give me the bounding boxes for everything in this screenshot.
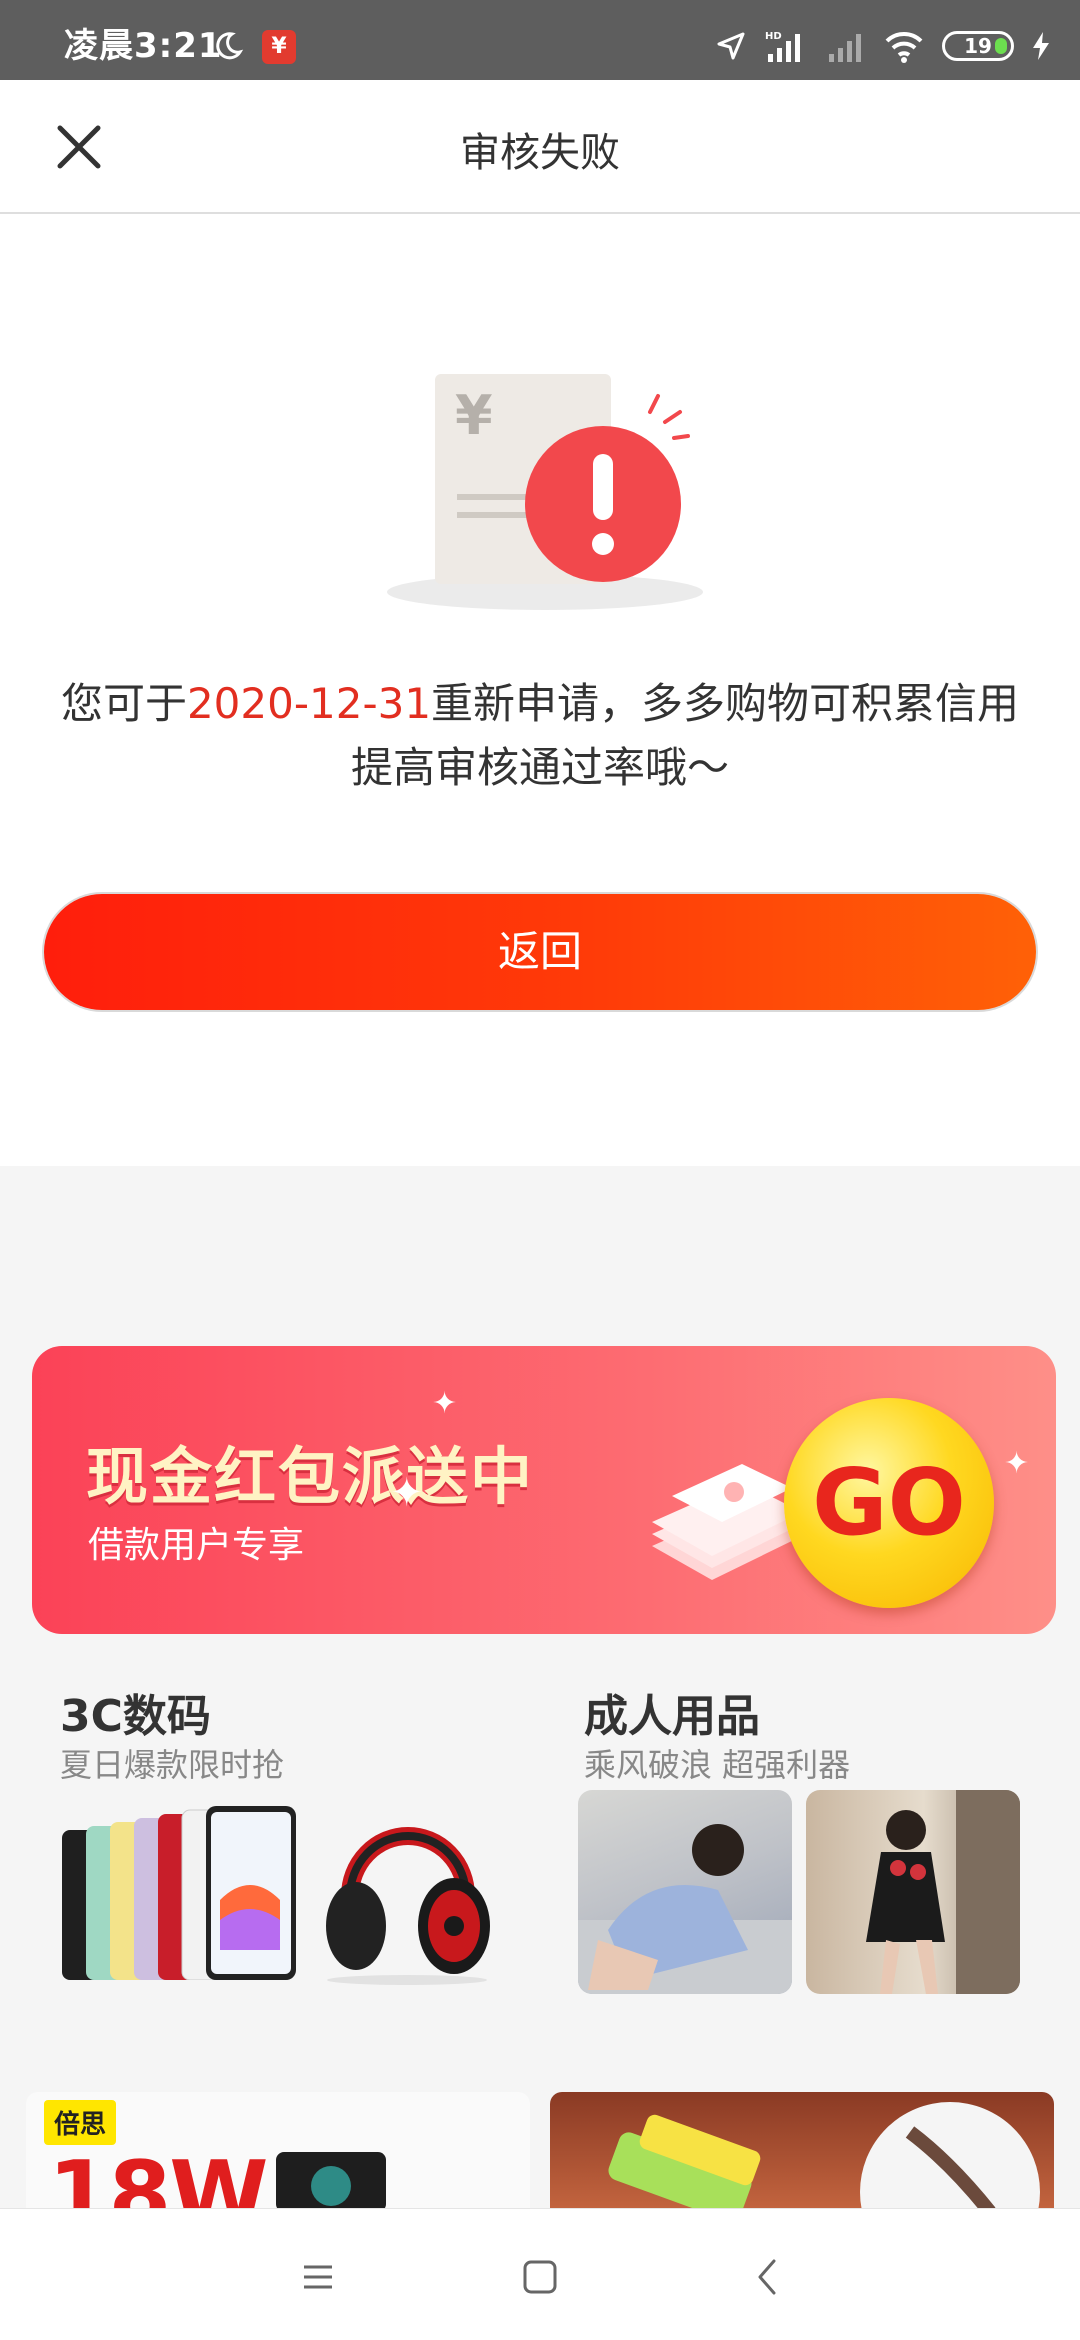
svg-text:HD: HD [765, 31, 782, 42]
category-title: 3C数码 [60, 1691, 211, 1742]
battery-icon: 19 [942, 31, 1014, 61]
status-bar: 凌晨3:21 ¥ HD 19 [0, 0, 1080, 80]
wifi-icon [885, 31, 923, 63]
app-notification-icon: ¥ [262, 30, 296, 64]
sparkle-icon: ✦ [1004, 1446, 1030, 1481]
card-headline: 18W [48, 2142, 269, 2212]
charger-image [276, 2152, 386, 2212]
status-icons: HD 19 [716, 26, 1050, 66]
failure-illustration-icon: ¥ [387, 374, 703, 610]
signal-hd-icon: HD [765, 31, 800, 62]
battery-level: 19 [964, 34, 992, 58]
signal-weak-icon [829, 34, 861, 62]
top-bar: 审核失败 [0, 80, 1080, 214]
category-subtitle: 乘风破浪 超强利器 [584, 1746, 851, 1784]
sparkle-icon: ✦ [390, 1470, 424, 1516]
location-icon [717, 32, 745, 60]
category-subtitle: 夏日爆款限时抢 [60, 1746, 285, 1784]
sparkle-icon: ✦ [432, 1386, 458, 1421]
category-title: 成人用品 [584, 1691, 760, 1742]
banner-title: 现金红包派送中 [86, 1440, 535, 1513]
svg-text:¥: ¥ [455, 384, 493, 447]
reapply-date: 2020-12-31 [186, 679, 432, 728]
system-nav-bar [0, 2208, 1080, 2340]
status-time: 凌晨3:21 [64, 26, 223, 66]
reapply-message: 您可于2020-12-31重新申请，多多购物可积累信用提高审核通过率哦～ [50, 672, 1030, 800]
moon-icon [216, 32, 244, 60]
back-icon[interactable] [738, 2247, 798, 2307]
result-panel: ¥ 您可于2020-12-31重新申请，多多购物可积累信用提高审核通过率哦～ 返… [0, 214, 1080, 1166]
product-card-image [608, 2102, 1040, 2212]
product-photo-illustration [866, 1790, 1020, 1994]
charging-icon [1033, 32, 1049, 60]
brand-badge: 倍思 [44, 2100, 117, 2145]
category-3c-digital[interactable]: 3C数码 夏日爆款限时抢 [32, 1680, 522, 2020]
message-prefix: 您可于 [60, 679, 187, 728]
back-button[interactable]: 返回 [44, 894, 1036, 1010]
banner-subtitle: 借款用户专享 [88, 1525, 305, 1566]
phones-image [62, 1806, 296, 1980]
cash-red-packet-banner[interactable]: 现金红包派送中 借款用户专享 GO ✦ ✦ ✦ [32, 1346, 1056, 1634]
product-card[interactable] [550, 2092, 1054, 2212]
page-title: 审核失败 [460, 130, 620, 176]
product-photo-illustration [578, 1824, 792, 1994]
product-card[interactable]: 倍思 18W [26, 2092, 530, 2212]
go-button[interactable]: GO [784, 1398, 994, 1608]
product-photo [806, 1790, 1020, 1994]
message-suffix: 重新申请，多多购物可积累信用提高审核通过率哦～ [350, 679, 1020, 792]
product-photo [578, 1790, 792, 1994]
category-adult-products[interactable]: 成人用品 乘风破浪 超强利器 [556, 1680, 1046, 2020]
menu-icon[interactable] [288, 2247, 348, 2307]
home-icon[interactable] [510, 2247, 570, 2307]
headphones-image [326, 1827, 490, 1985]
